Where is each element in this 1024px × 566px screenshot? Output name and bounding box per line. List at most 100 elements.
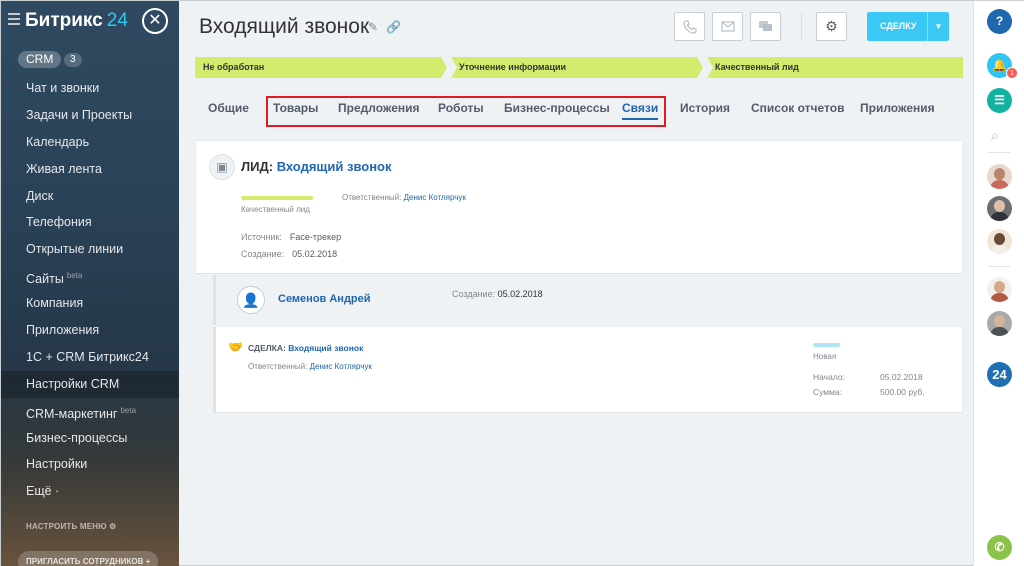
sidebar-item-more[interactable]: Ещё · bbox=[1, 478, 179, 505]
gear-icon: ⚙ bbox=[825, 18, 838, 34]
chevron-down-icon[interactable]: ▼ bbox=[927, 12, 949, 41]
chat-button[interactable] bbox=[750, 12, 781, 41]
deal-name-link[interactable]: Входящий звонок bbox=[288, 343, 363, 353]
create-deal-button[interactable]: СДЕЛКУ ▼ bbox=[867, 12, 949, 41]
sidebar-item-label: Настройки bbox=[26, 457, 88, 472]
envelope-icon bbox=[720, 21, 735, 32]
tab-history[interactable]: История bbox=[680, 101, 730, 115]
right-panel: ? 🔔 1 ☰ ⌕ 24 ✆ bbox=[973, 1, 1024, 566]
created-value: 05.02.2018 bbox=[497, 289, 543, 299]
sidebar-item-open-lines[interactable]: Открытые линии bbox=[1, 236, 179, 263]
invite-label: ПРИГЛАСИТЬ СОТРУДНИКОВ bbox=[26, 557, 144, 566]
tab-general[interactable]: Общие bbox=[208, 101, 249, 115]
crm-counter-badge: 3 bbox=[64, 53, 82, 67]
b24-network-button[interactable]: 24 bbox=[987, 362, 1012, 387]
contact-avatar[interactable] bbox=[987, 196, 1012, 221]
tab-reports[interactable]: Список отчетов bbox=[751, 101, 844, 115]
sidebar-item-disk[interactable]: Диск bbox=[1, 183, 179, 210]
sidebar-item-label: Задачи и Проекты bbox=[26, 107, 133, 122]
deal-card: 🤝 СДЕЛКА: Входящий звонок Ответственный:… bbox=[213, 327, 963, 413]
sidebar-item-label: Настройки CRM bbox=[26, 376, 120, 391]
call-button[interactable] bbox=[674, 12, 705, 41]
contact-avatar[interactable] bbox=[987, 311, 1012, 336]
deal-start-value: 05.02.2018 bbox=[880, 372, 923, 382]
responsible-label: Ответственный: bbox=[248, 362, 308, 371]
stage-label: Качественный лид bbox=[715, 62, 799, 72]
contact-name-link[interactable]: Семенов Андрей bbox=[278, 293, 371, 305]
sidebar-item-chat[interactable]: Чат и звонки bbox=[1, 75, 179, 102]
responsible-label: Ответственный: bbox=[342, 193, 402, 202]
lead-card: ▣ ЛИД: Входящий звонок Качественный лид … bbox=[195, 140, 963, 274]
stage-label: Не обработан bbox=[203, 62, 265, 72]
close-slider-button[interactable]: ✕ bbox=[142, 8, 168, 34]
sidebar-item-apps[interactable]: Приложения bbox=[1, 317, 179, 344]
sidebar-item-label: Живая лента bbox=[26, 161, 102, 176]
left-sidebar: Битрикс 24 ✕ CRM 3 Чат и звонки Задачи и … bbox=[1, 1, 179, 566]
beta-badge: beta bbox=[66, 271, 83, 281]
edit-pencil-icon[interactable]: ✎ bbox=[368, 20, 378, 34]
stage-clarification[interactable]: Уточнение информации bbox=[451, 57, 703, 78]
email-button[interactable] bbox=[712, 12, 743, 41]
invite-employees-button[interactable]: ПРИГЛАСИТЬ СОТРУДНИКОВ + bbox=[18, 551, 158, 566]
sidebar-item-calendar[interactable]: Календарь bbox=[1, 129, 179, 156]
lead-stage-name: Качественный лид bbox=[241, 205, 310, 214]
contact-avatar[interactable] bbox=[987, 229, 1012, 254]
bitrix24-logo[interactable]: Битрикс 24 bbox=[25, 10, 128, 32]
menu-burger-icon[interactable] bbox=[8, 13, 20, 25]
group-chat-avatar[interactable] bbox=[987, 277, 1012, 302]
source-value: Face-трекер bbox=[289, 232, 342, 242]
deal-sum-value: 500.00 руб. bbox=[880, 387, 925, 397]
lead-card-icon: ▣ bbox=[209, 154, 235, 180]
sidebar-item-company[interactable]: Компания bbox=[1, 290, 179, 317]
sidebar-item-label: Диск bbox=[26, 188, 54, 203]
logo-number: 24 bbox=[106, 10, 128, 31]
copy-link-icon[interactable]: 🔗 bbox=[386, 20, 401, 34]
sidebar-item-telephony[interactable]: Телефония bbox=[1, 209, 179, 236]
deal-prefix: СДЕЛКА: bbox=[248, 343, 286, 353]
stage-qualified[interactable]: Качественный лид bbox=[707, 57, 963, 78]
deal-start-label: Начало: bbox=[813, 372, 845, 382]
tabs-highlight-box bbox=[266, 96, 666, 127]
contact-avatar[interactable] bbox=[987, 164, 1012, 189]
panel-divider bbox=[988, 266, 1010, 267]
configure-menu-link[interactable]: НАСТРОИТЬ МЕНЮ ⚙ bbox=[26, 522, 117, 531]
source-label: Источник: bbox=[241, 232, 282, 242]
created-label: Создание: bbox=[241, 249, 285, 259]
sidebar-item-crm-marketing[interactable]: CRM-маркетинг beta bbox=[1, 398, 179, 425]
sidebar-item-crm[interactable]: CRM bbox=[18, 51, 62, 68]
lead-title: ЛИД: Входящий звонок bbox=[241, 159, 392, 174]
stage-label: Уточнение информации bbox=[459, 62, 567, 72]
tab-apps[interactable]: Приложения bbox=[860, 101, 935, 115]
phone-call-button[interactable]: ✆ bbox=[987, 535, 1012, 560]
responsible-link[interactable]: Денис Котлярчук bbox=[310, 362, 372, 371]
stage-not-processed[interactable]: Не обработан bbox=[195, 57, 447, 78]
deal-stage-name: Новая bbox=[813, 352, 837, 361]
search-icon[interactable]: ⌕ bbox=[991, 127, 999, 144]
sidebar-item-crm-settings[interactable]: Настройки CRM bbox=[1, 370, 179, 398]
responsible-link[interactable]: Денис Котлярчук bbox=[404, 193, 466, 202]
sidebar-item-1c[interactable]: 1С + CRM Битрикс24 bbox=[1, 344, 179, 371]
created-value: 05.02.2018 bbox=[292, 249, 338, 259]
sidebar-item-tasks[interactable]: Задачи и Проекты bbox=[1, 102, 179, 129]
sidebar-item-label: Календарь bbox=[26, 134, 90, 149]
phone-icon: ✆ bbox=[994, 540, 1005, 554]
header-divider bbox=[801, 13, 802, 41]
sidebar-item-feed[interactable]: Живая лента bbox=[1, 156, 179, 183]
plus-icon: + bbox=[145, 557, 151, 566]
settings-button[interactable]: ⚙ bbox=[816, 12, 847, 41]
sidebar-item-settings[interactable]: Настройки bbox=[1, 451, 179, 478]
chat-messenger-button[interactable]: ☰ bbox=[987, 88, 1012, 113]
created-label: Создание: bbox=[452, 289, 496, 299]
help-button[interactable]: ? bbox=[987, 9, 1012, 34]
notifications-count-badge: 1 bbox=[1006, 67, 1018, 79]
lead-responsible: Ответственный: Денис Котлярчук bbox=[342, 193, 466, 202]
sidebar-item-bizproc[interactable]: Бизнес-процессы bbox=[1, 425, 179, 452]
phone-icon bbox=[682, 20, 697, 34]
page-title: Входящий звонок bbox=[199, 15, 370, 38]
sidebar-item-label: 1С + CRM Битрикс24 bbox=[26, 349, 149, 364]
sidebar-item-sites[interactable]: Сайты beta bbox=[1, 263, 179, 290]
sidebar-item-label: Бизнес-процессы bbox=[26, 430, 128, 445]
sidebar-item-label: Компания bbox=[26, 296, 84, 311]
sidebar-item-label: Чат и звонки bbox=[26, 81, 100, 95]
lead-name-link[interactable]: Входящий звонок bbox=[277, 159, 392, 174]
